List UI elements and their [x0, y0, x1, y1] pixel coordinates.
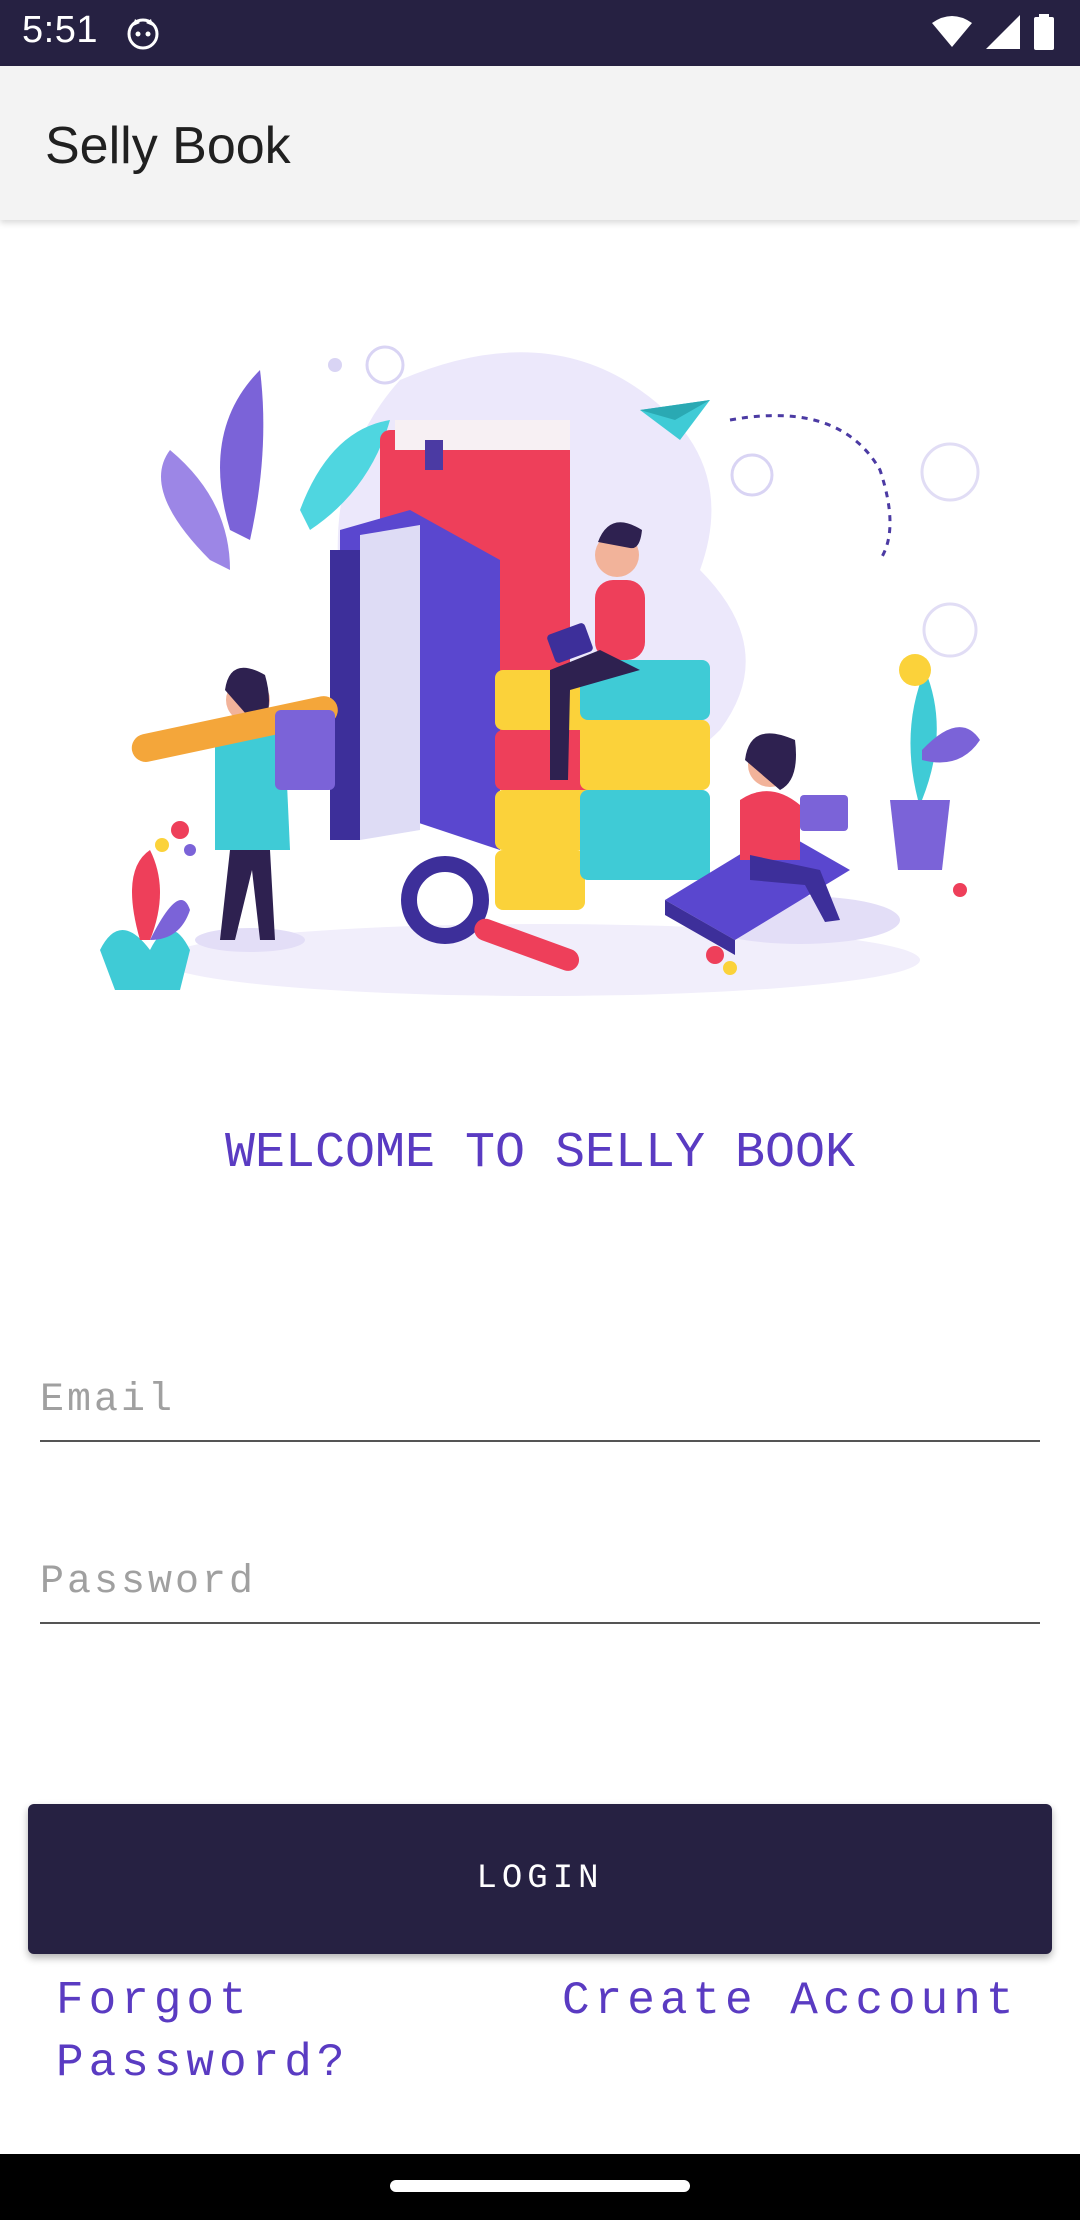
status-icons	[932, 14, 1054, 55]
status-time: 5:51	[22, 9, 98, 51]
welcome-heading: WELCOME TO SELLY BOOK	[224, 1125, 856, 1182]
create-account-link[interactable]: Create Account	[562, 1970, 1018, 2032]
email-field[interactable]	[40, 1360, 1040, 1442]
battery-icon	[1034, 14, 1054, 55]
cat-notification-icon	[126, 16, 160, 55]
system-nav-bar	[0, 2154, 1080, 2220]
app-title: Selly Book	[45, 117, 291, 175]
reading-books-illustration	[80, 310, 1000, 1030]
login-button[interactable]: LOGIN	[28, 1804, 1052, 1954]
status-bar: 5:51	[0, 0, 1080, 66]
forgot-password-link[interactable]: Forgot Password?	[56, 1970, 386, 2094]
wifi-icon	[932, 15, 972, 54]
password-field[interactable]	[40, 1542, 1040, 1624]
cell-signal-icon	[986, 15, 1020, 54]
app-bar: Selly Book	[0, 66, 1080, 220]
home-gesture-pill[interactable]	[390, 2180, 690, 2192]
